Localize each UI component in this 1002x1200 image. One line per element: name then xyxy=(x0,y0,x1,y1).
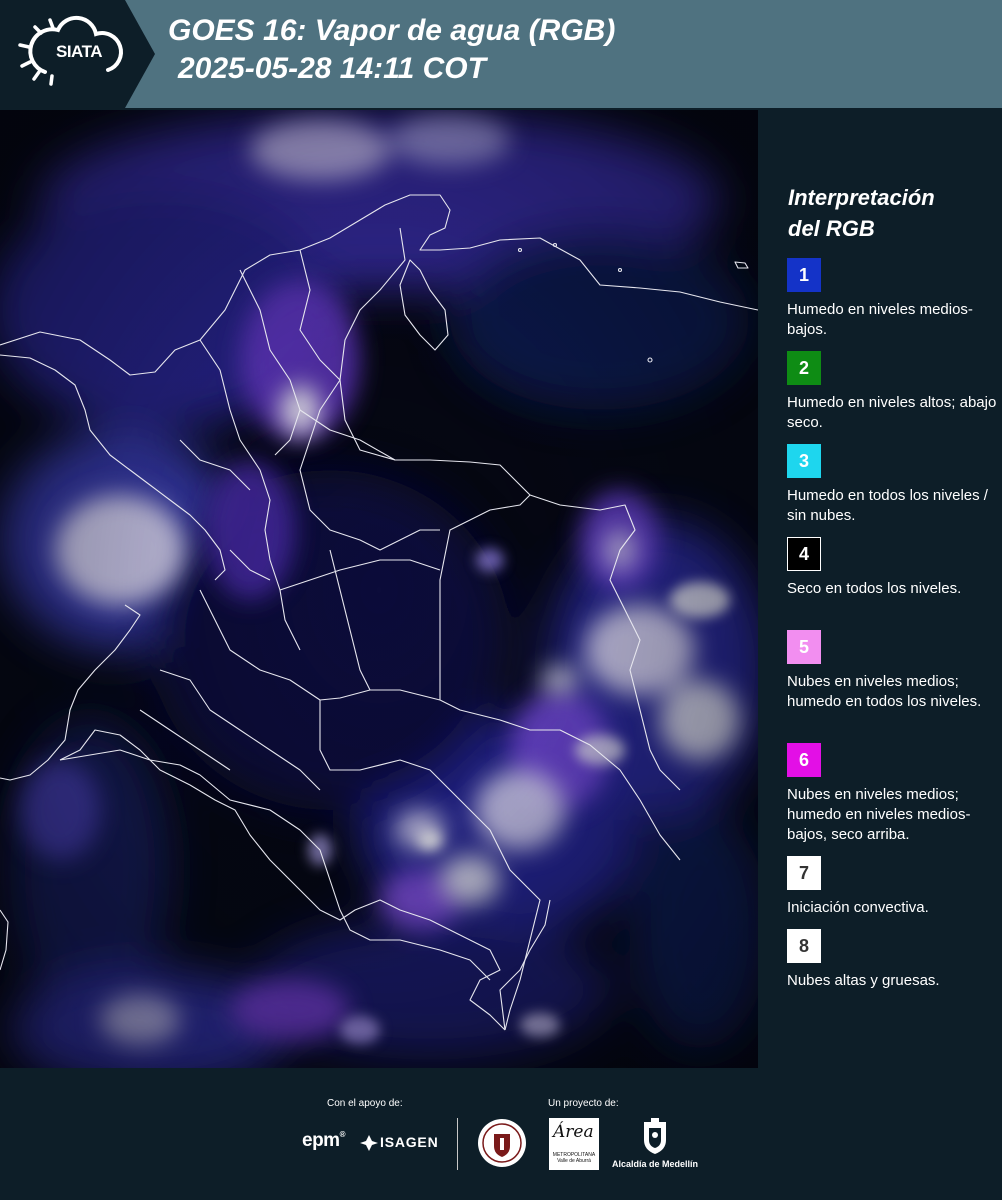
legend-swatch-4: 4 xyxy=(787,537,821,571)
legend-item-8: 8 Nubes altas y gruesas. xyxy=(787,929,997,991)
legend-swatch-1: 1 xyxy=(787,258,821,292)
page-title: GOES 16: Vapor de agua (RGB) xyxy=(168,14,616,47)
legend-number-2: 2 xyxy=(798,357,809,378)
header-bar: SIATA GOES 16: Vapor de agua (RGB) 2025-… xyxy=(0,0,1002,108)
epm-logo: epm® xyxy=(302,1130,346,1151)
isagen-icon xyxy=(360,1135,378,1151)
legend-swatch-2: 2 xyxy=(787,351,821,385)
legend-title-line2: del RGB xyxy=(788,216,875,241)
area-logo-caption: METROPOLITANA Valle de Aburrá xyxy=(552,1152,596,1164)
legend-desc-1: Humedo en niveles medios-bajos. xyxy=(787,301,973,338)
footer-divider xyxy=(457,1118,458,1170)
legend-item-2: 2 Humedo en niveles altos; abajo seco. xyxy=(787,351,997,433)
support-label: Con el apoyo de: xyxy=(327,1098,403,1109)
area-metropolitana-logo: Área METROPOLITANA Valle de Aburrá xyxy=(549,1118,599,1170)
legend-item-5: 5 Nubes en niveles medios; humedo en tod… xyxy=(787,630,997,712)
legend-swatch-8: 8 xyxy=(787,929,821,963)
legend-item-3: 3 Humedo en todos los niveles / sin nube… xyxy=(787,444,997,526)
area-logo-script: Área xyxy=(553,1122,594,1142)
legend-swatch-7: 7 xyxy=(787,856,821,890)
medellin-coat-of-arms-icon xyxy=(644,1118,666,1154)
legend-item-1: 1 Humedo en niveles medios-bajos. xyxy=(787,258,997,340)
epm-wordmark: epm xyxy=(302,1130,340,1151)
legend-desc-3: Humedo en todos los niveles / sin nubes. xyxy=(787,487,988,524)
legend-desc-8: Nubes altas y gruesas. xyxy=(787,972,940,989)
project-label: Un proyecto de: xyxy=(548,1098,619,1109)
legend-desc-4: Seco en todos los niveles. xyxy=(787,580,962,597)
satellite-map[interactable] xyxy=(0,110,758,1070)
legend-swatch-3: 3 xyxy=(787,444,821,478)
legend-number-5: 5 xyxy=(798,636,809,657)
legend-title: Interpretación del RGB xyxy=(788,182,988,244)
legend-swatch-5: 5 xyxy=(787,630,821,664)
legend-number-4: 4 xyxy=(798,543,809,564)
antioquia-seal-icon xyxy=(478,1119,526,1167)
legend-item-6: 6 Nubes en niveles medios; humedo en niv… xyxy=(787,743,997,845)
footer-sponsors: Con el apoyo de: Un proyecto de: epm® IS… xyxy=(0,1068,1002,1200)
water-vapor-rgb-image xyxy=(0,110,758,1070)
legend-number-8: 8 xyxy=(798,935,809,956)
legend-desc-5: Nubes en niveles medios; humedo en todos… xyxy=(787,673,982,710)
legend-number-6: 6 xyxy=(798,749,809,770)
legend-title-line1: Interpretación xyxy=(788,185,935,210)
legend-desc-2: Humedo en niveles altos; abajo seco. xyxy=(787,394,997,431)
siata-logo: SIATA xyxy=(0,0,155,108)
alcaldia-medellin-logo: Alcaldía de Medellín xyxy=(612,1159,699,1169)
legend-item-4: 4 Seco en todos los niveles. xyxy=(787,537,997,599)
isagen-logo: ISAGEN xyxy=(380,1134,439,1150)
legend-desc-6: Nubes en niveles medios; humedo en nivel… xyxy=(787,786,971,843)
legend-swatch-6: 6 xyxy=(787,743,821,777)
image-timestamp: 2025-05-28 14:11 COT xyxy=(178,52,486,85)
legend-number-3: 3 xyxy=(798,450,809,471)
legend-item-7: 7 Iniciación convectiva. xyxy=(787,856,997,918)
legend-panel: Interpretación del RGB 1 Humedo en nivel… xyxy=(760,110,1002,1066)
legend-number-1: 1 xyxy=(798,264,809,285)
legend-number-7: 7 xyxy=(798,862,809,883)
legend-desc-7: Iniciación convectiva. xyxy=(787,899,929,916)
siata-wordmark: SIATA xyxy=(56,42,102,61)
